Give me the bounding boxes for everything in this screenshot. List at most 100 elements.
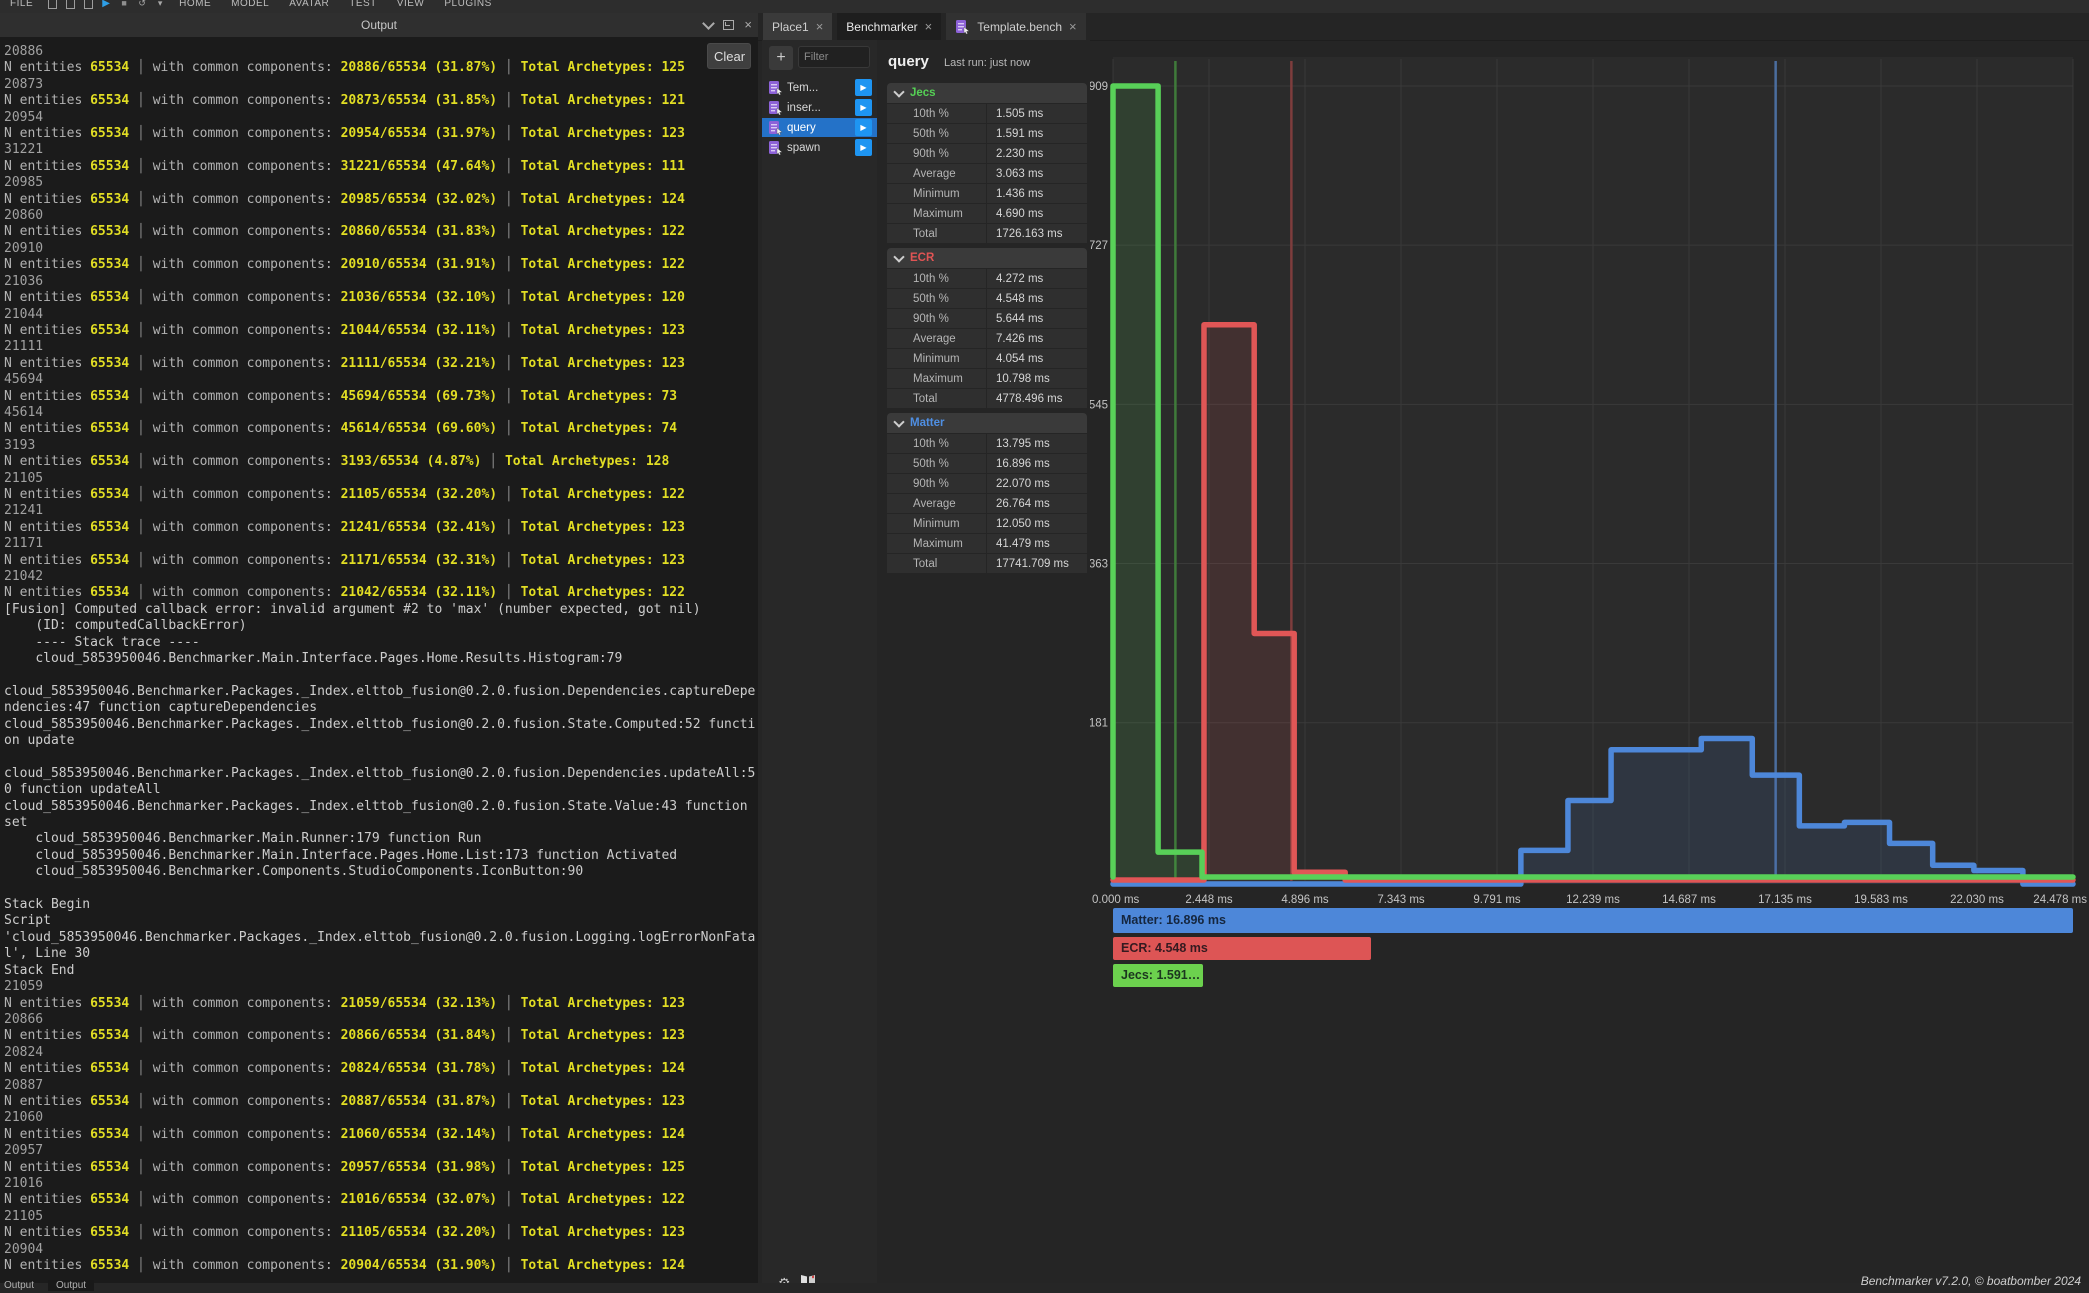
- studio-window: FILE ▶ ■ ↺ ▾ HOMEMODELAVATARTESTVIEWPLUG…: [0, 0, 2089, 1293]
- stat-value: 3.063 ms: [987, 164, 1087, 183]
- menu-model[interactable]: MODEL: [221, 0, 279, 9]
- x-tick-label: 24.478 ms: [2033, 894, 2087, 906]
- run-benchmark-button[interactable]: ▶: [855, 99, 872, 116]
- console-text-segment: 20860/65534 (31.83%): [341, 224, 498, 239]
- console-text-segment: │: [497, 585, 520, 600]
- close-panel-icon[interactable]: ×: [744, 20, 752, 30]
- menu-home[interactable]: HOME: [169, 0, 221, 9]
- console-text-segment: with common components:: [153, 1061, 341, 1076]
- run-benchmark-button[interactable]: ▶: [855, 139, 872, 156]
- benchmark-item-query[interactable]: query▶: [762, 118, 877, 137]
- console-text-segment: with common components:: [153, 224, 341, 239]
- console-text-segment: with common components:: [153, 192, 341, 207]
- console-text-segment: │: [129, 1258, 152, 1273]
- console-text-segment: Total Archetypes: 122: [521, 585, 685, 600]
- add-benchmark-button[interactable]: +: [769, 46, 793, 70]
- stat-label: Total: [887, 224, 986, 243]
- x-tick-label: 17.135 ms: [1758, 894, 1812, 906]
- console-text-segment: N entities: [4, 996, 90, 1011]
- section-name: Jecs: [910, 87, 936, 99]
- menu-avatar[interactable]: AVATAR: [279, 0, 339, 9]
- section-header-ecr[interactable]: ECR: [887, 248, 1087, 268]
- console-text-segment: 20887/65534 (31.87%): [341, 1094, 498, 1109]
- console-blank-line: [4, 881, 756, 897]
- console-text-segment: N entities: [4, 1258, 90, 1273]
- stat-label: 10th %: [887, 434, 986, 453]
- stat-label: Maximum: [887, 534, 986, 553]
- console-text-segment: 21044/65534 (32.11%): [341, 323, 498, 338]
- tab-place1[interactable]: Place1×: [763, 13, 832, 40]
- console-count-line: 20957: [4, 1143, 756, 1159]
- console-text-segment: N entities: [4, 585, 90, 600]
- console-text-segment: Total Archetypes: 124: [521, 192, 685, 207]
- menu-view[interactable]: VIEW: [387, 0, 435, 9]
- console-text-segment: 21171/65534 (32.31%): [341, 553, 498, 568]
- filter-input[interactable]: [798, 46, 870, 68]
- tab-close-icon[interactable]: ×: [816, 19, 824, 34]
- copy-icon[interactable]: [61, 0, 79, 11]
- stat-row: Maximum4.690 ms: [887, 204, 1087, 223]
- stat-label: Average: [887, 494, 986, 513]
- tab-close-icon[interactable]: ×: [1069, 19, 1077, 34]
- tab-close-icon[interactable]: ×: [925, 19, 933, 34]
- console-text-segment: N entities: [4, 454, 90, 469]
- console-text-segment: 21036/65534 (32.10%): [341, 290, 498, 305]
- console-entity-line: N entities 65534 │ with common component…: [4, 159, 756, 175]
- console-text-segment: Total Archetypes: 123: [521, 323, 685, 338]
- console-entity-line: N entities 65534 │ with common component…: [4, 1258, 756, 1274]
- tab-benchmarker[interactable]: Benchmarker×: [837, 13, 941, 40]
- paste-icon[interactable]: [43, 0, 61, 11]
- bottom-bar: OutputOutput Benchmarker v7.2.0, © boatb…: [0, 1283, 2089, 1293]
- undo-icon[interactable]: ↺: [133, 0, 151, 9]
- benchmark-item-spawn[interactable]: spawn▶: [762, 138, 877, 157]
- collapse-chevron-icon[interactable]: [703, 17, 716, 30]
- benchmark-item-label: inser...: [787, 102, 821, 114]
- console-text-segment: 21016/65534 (32.07%): [341, 1192, 498, 1207]
- section-header-matter[interactable]: Matter: [887, 413, 1087, 433]
- console-text-segment: │: [497, 1127, 520, 1142]
- stat-value: 4.690 ms: [987, 204, 1087, 223]
- console-text-segment: 21059/65534 (32.13%): [341, 996, 498, 1011]
- console-text-segment: │: [497, 356, 520, 371]
- y-tick-label: 727: [1090, 240, 1108, 252]
- menu-test[interactable]: TEST: [339, 0, 387, 9]
- stat-row: 90th %5.644 ms: [887, 309, 1087, 328]
- console-text-segment: │: [129, 421, 152, 436]
- console-text-segment: 65534: [90, 585, 129, 600]
- console-text-segment: N entities: [4, 1160, 90, 1175]
- median-bar-matter: Matter: 16.896 ms: [1113, 908, 2073, 933]
- y-tick-label: 363: [1090, 559, 1108, 571]
- console-text-segment: Total Archetypes: 121: [521, 93, 685, 108]
- section-header-jecs[interactable]: Jecs: [887, 83, 1087, 103]
- console-count-line: 21105: [4, 1209, 756, 1225]
- float-window-icon[interactable]: [723, 20, 734, 30]
- y-tick-label: 545: [1090, 399, 1108, 411]
- console-text-segment: │: [481, 454, 504, 469]
- benchmark-item-inser[interactable]: inser... ▶: [762, 98, 877, 117]
- clear-output-button[interactable]: Clear: [707, 43, 751, 69]
- console-text-segment: with common components:: [153, 1028, 341, 1043]
- run-benchmark-button[interactable]: ▶: [855, 119, 872, 136]
- median-bar-ecr: ECR: 4.548 ms: [1113, 937, 1371, 960]
- stat-label: Minimum: [887, 514, 986, 533]
- console-text-segment: │: [497, 1061, 520, 1076]
- chevron-down-icon: [893, 86, 904, 97]
- tab-template-bench[interactable]: Template.bench×: [946, 13, 1085, 40]
- benchmark-item-Tem[interactable]: Tem...▶: [762, 78, 877, 97]
- run-benchmark-button[interactable]: ▶: [855, 79, 872, 96]
- console-text-segment: │: [129, 1061, 152, 1076]
- bench-script-icon: [768, 140, 783, 155]
- benchmark-title: query: [888, 53, 929, 70]
- stat-row: 50th %16.896 ms: [887, 454, 1087, 473]
- stat-row: Minimum12.050 ms: [887, 514, 1087, 533]
- output-console[interactable]: 20886N entities 65534 │ with common comp…: [0, 37, 756, 1290]
- menu-file[interactable]: FILE: [0, 0, 43, 9]
- dropdown-caret-icon[interactable]: ▾: [151, 0, 169, 9]
- duplicate-icon[interactable]: [79, 0, 97, 11]
- stop-icon[interactable]: ■: [115, 0, 133, 8]
- play-icon[interactable]: ▶: [97, 0, 115, 9]
- console-entity-line: N entities 65534 │ with common component…: [4, 323, 756, 339]
- bottom-output-tab[interactable]: Output: [4, 1280, 34, 1291]
- bottom-output-tab[interactable]: Output: [48, 1280, 94, 1291]
- menu-plugins[interactable]: PLUGINS: [434, 0, 501, 9]
